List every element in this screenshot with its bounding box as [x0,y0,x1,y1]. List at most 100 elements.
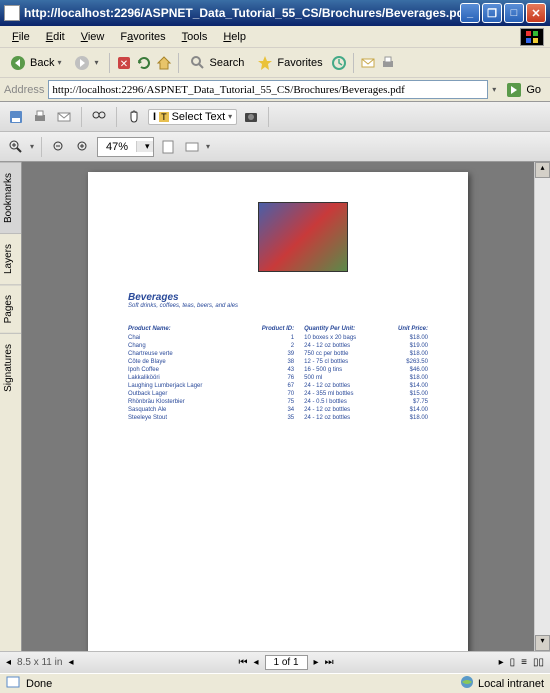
cell-qty: 16 - 500 g tins [304,366,383,374]
forward-icon [73,54,91,72]
view-continuous-icon[interactable]: ≡ [521,657,527,668]
cell-qty: 24 - 12 oz bottles [304,342,383,350]
document-view[interactable]: Beverages Soft drinks, coffees, teas, be… [22,162,534,651]
cell-name: Chartreuse verte [128,350,240,358]
back-icon [9,54,27,72]
hand-icon[interactable] [124,107,144,127]
collapse-icon[interactable]: ◂ [6,657,11,668]
fit-width-icon[interactable] [182,137,202,157]
select-text-button[interactable]: ITSelect Text▾ [148,109,237,125]
next-page-icon[interactable]: ▸ [314,657,319,668]
fit-dropdown-icon[interactable]: ▾ [206,142,210,151]
separator [81,107,82,127]
menu-view[interactable]: View [73,29,113,45]
address-dropdown-icon[interactable]: ▾ [492,85,496,94]
cell-price: $46.00 [383,366,428,374]
zoom-field[interactable]: 47%▾ [97,137,154,157]
cell-name: Outback Lager [128,390,240,398]
favorites-label: Favorites [277,57,322,69]
close-button[interactable]: ✕ [526,3,546,23]
back-dropdown-icon[interactable]: ▾ [57,58,61,67]
scroll-track[interactable] [535,178,550,635]
first-page-icon[interactable]: ⏮ [238,657,247,668]
zone-icon [460,675,474,692]
menu-tools[interactable]: Tools [174,29,216,45]
minimize-button[interactable]: _ [460,3,480,23]
zoom-field-dropdown-icon[interactable]: ▾ [136,141,153,152]
history-icon[interactable] [330,54,348,72]
refresh-icon[interactable] [135,54,153,72]
stop-icon[interactable]: ✕ [115,54,133,72]
col-qty: Quantity Per Unit: [304,324,383,334]
address-input[interactable] [48,80,488,99]
zoom-in-icon-2[interactable] [73,137,93,157]
zoom-out-icon[interactable] [49,137,69,157]
prev-page-icon[interactable]: ◂ [253,657,258,668]
email-icon[interactable] [54,107,74,127]
forward-button[interactable]: ▾ [68,51,103,75]
titlebar: http://localhost:2296/ASPNET_Data_Tutori… [0,0,550,26]
separator [178,53,179,73]
view-single-icon[interactable]: ▯ [510,657,516,668]
menu-file[interactable]: File [4,29,38,45]
separator [41,137,42,157]
tab-bookmarks[interactable]: Bookmarks [0,162,21,233]
scroll-left-icon[interactable]: ◂ [68,657,73,668]
table-row: Chartreuse verte39750 cc per bottle$18.0… [128,350,428,358]
go-button[interactable]: Go [500,78,546,102]
cell-qty: 500 ml [304,374,383,382]
view-facing-icon[interactable]: ▯▯ [533,657,544,668]
scroll-right-icon[interactable]: ▸ [499,657,504,668]
cell-price: $263.50 [383,358,428,366]
tab-signatures[interactable]: Signatures [0,333,21,402]
find-icon[interactable] [89,107,109,127]
last-page-icon[interactable]: ⏭ [325,657,334,668]
home-icon[interactable] [155,54,173,72]
search-label: Search [210,57,245,69]
zoom-dropdown-icon[interactable]: ▾ [30,142,34,151]
maximize-button[interactable]: □ [504,3,524,23]
cell-qty: 750 cc per bottle [304,350,383,358]
mail-icon[interactable] [359,54,377,72]
forward-dropdown-icon[interactable]: ▾ [94,58,98,67]
menu-edit[interactable]: Edit [38,29,73,45]
zoom-in-icon[interactable] [6,137,26,157]
back-label: Back [30,57,54,69]
cell-id: 67 [240,382,304,390]
menu-favorites[interactable]: Favorites [112,29,173,45]
cell-id: 43 [240,366,304,374]
page-indicator[interactable]: 1 of 1 [265,655,308,670]
window-buttons: _ ❐ □ ✕ [460,3,546,23]
tab-layers[interactable]: Layers [0,233,21,284]
table-row: Sasquatch Ale3424 - 12 oz bottles$14.00 [128,406,428,414]
search-button[interactable]: Search [184,51,250,75]
cell-id: 38 [240,358,304,366]
table-row: Chang224 - 12 oz bottles$19.00 [128,342,428,350]
favorites-button[interactable]: Favorites [251,51,327,75]
print-icon[interactable] [30,107,50,127]
back-button[interactable]: Back▾ [4,51,66,75]
cell-name: Ipoh Coffee [128,366,240,374]
separator [116,107,117,127]
print-icon[interactable] [379,54,397,72]
select-text-label: Select Text [172,111,226,123]
brand-logo [520,28,544,46]
scroll-up-icon[interactable]: ▴ [535,162,550,178]
star-icon [256,54,274,72]
main-area: Bookmarks Layers Pages Signatures Bevera… [0,162,550,651]
cell-price: $15.00 [383,390,428,398]
cell-name: Rhönbräu Klosterbier [128,398,240,406]
select-dropdown-icon[interactable]: ▾ [228,112,232,121]
save-icon[interactable] [6,107,26,127]
col-price: Unit Price: [383,324,428,334]
snapshot-icon[interactable] [241,107,261,127]
menu-help[interactable]: Help [215,29,254,45]
vertical-scrollbar[interactable]: ▴ ▾ [534,162,550,651]
cell-id: 2 [240,342,304,350]
tab-pages[interactable]: Pages [0,284,21,333]
browser-toolbar: Back▾ ▾ ✕ Search Favorites [0,48,550,78]
restore-button[interactable]: ❐ [482,3,502,23]
cell-price: $18.00 [383,374,428,382]
fit-page-icon[interactable] [158,137,178,157]
col-name: Product Name: [128,324,240,334]
